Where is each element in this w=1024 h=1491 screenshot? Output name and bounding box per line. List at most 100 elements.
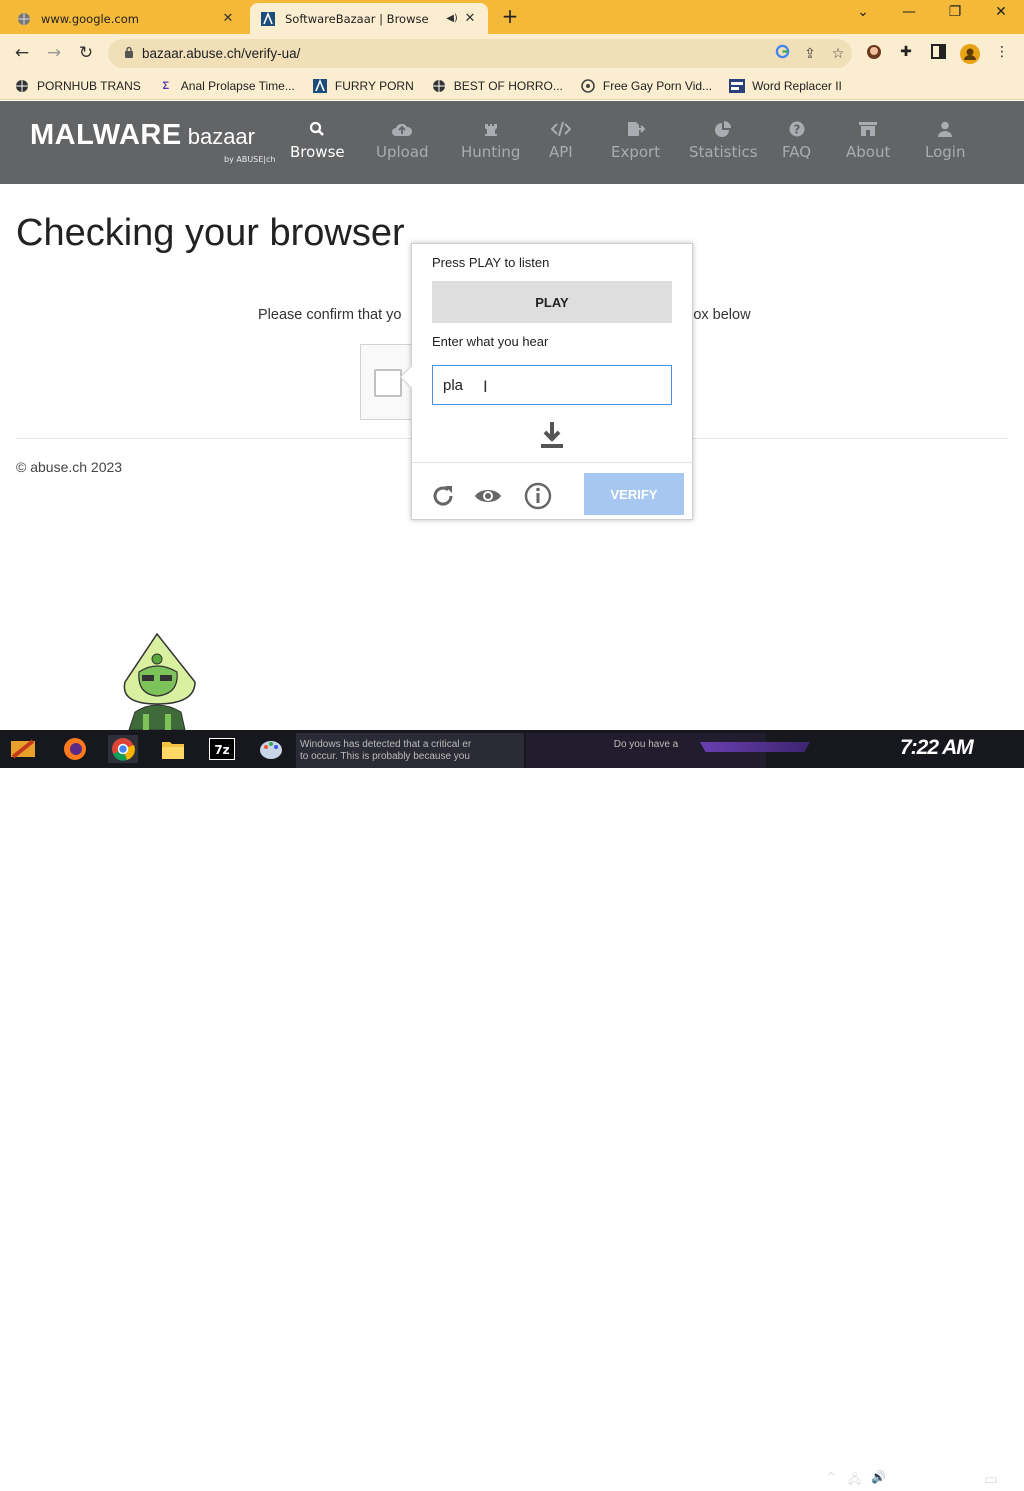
tab-search-chevron-icon[interactable]: ⌄: [840, 4, 886, 26]
taskbar-clock[interactable]: 7:22 AM: [900, 736, 974, 760]
tab-title: www.google.com: [41, 11, 139, 26]
verify-button[interactable]: VERIFY: [584, 473, 684, 515]
speaker-icon[interactable]: ◀): [442, 13, 462, 24]
share-icon[interactable]: ⇪: [796, 46, 824, 62]
nav-label: Statistics: [689, 143, 758, 161]
url-text[interactable]: bazaar.abuse.ch/verify-ua/: [142, 46, 768, 61]
answer-input[interactable]: [432, 365, 672, 405]
cloud-upload-icon: [376, 121, 429, 143]
code-icon: [549, 121, 573, 143]
nav-label: API: [549, 143, 573, 161]
play-prompt: Press PLAY to listen: [432, 255, 550, 270]
chrome-icon[interactable]: [108, 735, 138, 763]
nav-upload[interactable]: Upload: [376, 121, 429, 161]
forward-arrow-icon[interactable]: →: [43, 42, 65, 64]
answer-label: Enter what you hear: [432, 334, 549, 349]
nav-statistics[interactable]: Statistics: [689, 121, 758, 161]
bookmark-label: FURRY PORN: [334, 78, 414, 93]
bookmarks-bar: PORNHUB TRANS Σ Anal Prolapse Time... FU…: [0, 72, 1024, 100]
browser-titlebar: www.google.com ✕ SoftwareBazaar | Browse…: [0, 0, 1024, 34]
download-icon[interactable]: [540, 420, 564, 450]
text-cursor-icon: I: [483, 377, 488, 396]
peridot-character-image: [123, 632, 196, 730]
abuse-logo-icon: [260, 11, 276, 27]
bookmark-label: Anal Prolapse Time...: [180, 78, 295, 93]
minimize-button[interactable]: —: [886, 4, 932, 26]
malware-bazaar-logo[interactable]: MALWARE bazaar by ABUSE|ch: [30, 119, 275, 164]
restore-button[interactable]: ❐: [932, 4, 978, 26]
tab-title: SoftwareBazaar | Browse: [285, 11, 429, 26]
bookmark-item[interactable]: PORNHUB TRANS: [14, 78, 141, 94]
nav-api[interactable]: API: [549, 121, 573, 161]
bookmark-item[interactable]: Σ Anal Prolapse Time...: [158, 78, 295, 94]
globe-icon: [431, 78, 447, 94]
bookmark-star-icon[interactable]: ☆: [824, 46, 852, 62]
page-title: Checking your browser: [16, 212, 405, 254]
captcha-checkbox[interactable]: [374, 369, 402, 397]
bookmark-label: Free Gay Porn Vid...: [602, 78, 713, 93]
reload-challenge-icon[interactable]: [429, 482, 457, 510]
bookmark-label: PORNHUB TRANS: [37, 78, 141, 93]
tab-softwarebazaar[interactable]: SoftwareBazaar | Browse ◀) ✕: [250, 3, 488, 34]
nav-hunting[interactable]: Hunting: [461, 121, 520, 161]
error-notification[interactable]: Windows has detected that a critical er …: [296, 733, 524, 768]
browser-toolbar: ← → ↻ bazaar.abuse.ch/verify-ua/ ⇪ ☆ ✚ ⋮: [0, 34, 1024, 72]
bookmark-item[interactable]: BEST OF HORRO...: [431, 78, 563, 94]
play-button[interactable]: PLAY: [432, 281, 672, 323]
profile-icon[interactable]: [960, 44, 980, 64]
question-icon: ?: [782, 121, 811, 143]
nav-export[interactable]: Export: [611, 121, 660, 161]
paint-icon[interactable]: [256, 735, 286, 763]
network-icon[interactable]: 🖧: [848, 1470, 861, 1491]
back-arrow-icon[interactable]: ←: [11, 42, 33, 64]
logo-by-text: by ABUSE|ch: [224, 155, 276, 164]
kebab-menu-icon[interactable]: ⋮: [992, 44, 1012, 64]
popup-divider: [412, 462, 693, 463]
nav-login[interactable]: Login: [925, 121, 965, 161]
confirm-text-left: Please confirm that yo: [258, 307, 402, 323]
address-bar[interactable]: bazaar.abuse.ch/verify-ua/ ⇪ ☆: [108, 39, 852, 68]
lock-icon[interactable]: [116, 46, 142, 61]
globe-icon: [16, 11, 32, 27]
site-header: MALWARE bazaar by ABUSE|ch Browse Upload …: [0, 101, 1024, 184]
google-lens-icon[interactable]: [768, 44, 796, 63]
bookmark-label: BEST OF HORRO...: [453, 78, 563, 93]
nav-faq[interactable]: ? FAQ: [782, 121, 811, 161]
bookmark-item[interactable]: FURRY PORN: [312, 78, 414, 94]
eye-icon[interactable]: [474, 482, 502, 510]
bookmark-label: Word Replacer II: [752, 78, 842, 93]
tab-google[interactable]: www.google.com ✕: [6, 3, 246, 34]
svg-text:7z: 7z: [214, 743, 229, 757]
pie-chart-icon: [689, 121, 758, 143]
close-window-button[interactable]: ✕: [978, 4, 1024, 26]
audio-challenge-popup: Press PLAY to listen PLAY Enter what you…: [399, 243, 693, 520]
reload-icon[interactable]: ↻: [75, 42, 97, 64]
nav-label: FAQ: [782, 143, 812, 161]
search-icon: [290, 121, 345, 143]
info-icon[interactable]: [524, 482, 552, 510]
bookmark-item[interactable]: Word Replacer II: [729, 78, 842, 94]
volume-icon[interactable]: 🔊: [871, 1470, 886, 1484]
firefox-icon[interactable]: [60, 735, 90, 763]
file-explorer-icon[interactable]: [158, 735, 188, 763]
close-tab-icon[interactable]: ✕: [462, 11, 478, 26]
extension-avatar-icon[interactable]: [864, 44, 884, 64]
action-center-icon[interactable]: ▭: [984, 1470, 998, 1488]
side-panel-icon[interactable]: [928, 44, 948, 64]
7zip-icon[interactable]: 7z: [207, 735, 237, 763]
tray-chevron-icon[interactable]: ^: [826, 1470, 836, 1484]
new-tab-button[interactable]: +: [499, 6, 521, 28]
nav-label: Hunting: [461, 143, 521, 161]
footer-copyright: © abuse.ch 2023: [16, 459, 123, 475]
start-button[interactable]: [8, 735, 38, 763]
nav-browse[interactable]: Browse: [290, 121, 345, 161]
extensions-puzzle-icon[interactable]: ✚: [896, 44, 916, 64]
word-replacer-icon: [729, 78, 746, 94]
bookmark-item[interactable]: Free Gay Porn Vid...: [580, 78, 712, 94]
close-tab-icon[interactable]: ✕: [220, 11, 236, 26]
nav-label: About: [846, 143, 891, 161]
logo-main-text: MALWARE: [30, 119, 182, 151]
abuse-logo-icon: [312, 78, 328, 94]
chess-rook-icon: [461, 121, 520, 143]
nav-about[interactable]: About: [846, 121, 890, 161]
